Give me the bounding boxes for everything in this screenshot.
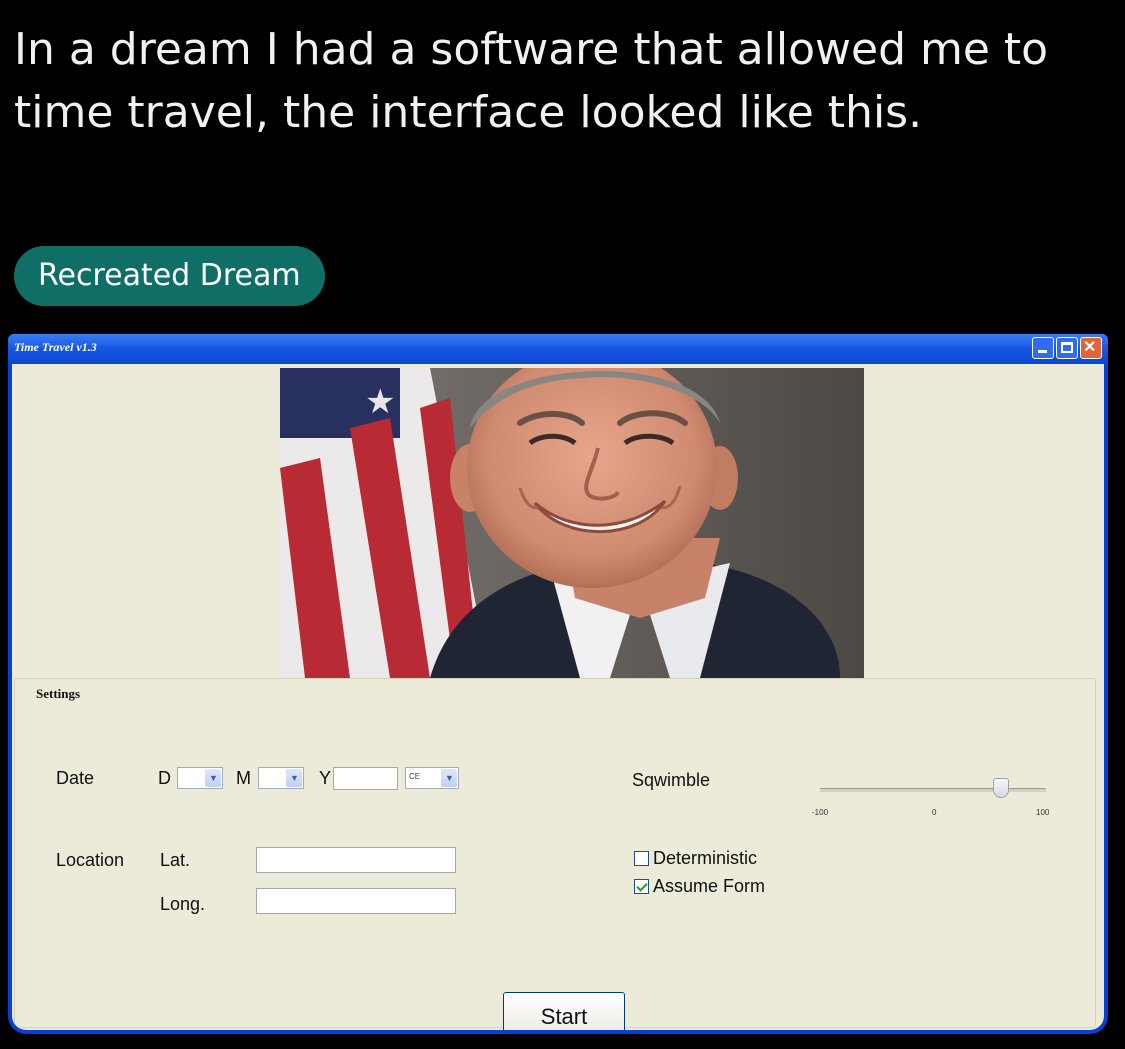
longitude-input[interactable] xyxy=(256,888,456,914)
minimize-icon[interactable] xyxy=(1032,337,1054,359)
deterministic-checkbox[interactable] xyxy=(634,851,649,866)
slider-track[interactable] xyxy=(820,788,1046,792)
post-flair[interactable]: Recreated Dream xyxy=(14,246,325,306)
longitude-label: Long. xyxy=(160,894,206,914)
slider-min-label: -100 xyxy=(812,808,829,817)
chevron-down-icon[interactable]: ▼ xyxy=(441,769,457,787)
sqwimble-label: Sqwimble xyxy=(632,770,711,790)
day-label: D xyxy=(158,768,171,788)
sqwimble-slider[interactable]: -100 0 100 xyxy=(812,774,1050,817)
latitude-input[interactable] xyxy=(256,847,456,873)
slider-max-label: 100 xyxy=(1036,808,1050,817)
close-icon[interactable]: ✕ xyxy=(1080,337,1102,359)
post-text: In a dream I had a software that allowed… xyxy=(14,24,1049,138)
era-select[interactable]: CE ▼ xyxy=(405,767,459,789)
window-client-area: ★ Settings Date D ▼ M ▼ Y CE ▼ Location … xyxy=(12,364,1104,1030)
date-label: Date xyxy=(56,768,95,788)
month-label: M xyxy=(236,768,251,788)
latitude-label: Lat. xyxy=(160,850,191,870)
app-window: Time Travel v1.3 ✕ ★ Settings Date D ▼ M… xyxy=(8,334,1108,1034)
slider-mid-label: 0 xyxy=(932,808,937,817)
location-label: Location xyxy=(56,850,125,870)
maximize-icon[interactable] xyxy=(1056,337,1078,359)
portrait-image: ★ xyxy=(280,368,864,678)
start-button[interactable]: Start xyxy=(503,992,625,1030)
month-select[interactable]: ▼ xyxy=(258,767,304,789)
assume-form-label: Assume Form xyxy=(653,876,766,896)
window-controls: ✕ xyxy=(1032,337,1102,359)
settings-title: Settings xyxy=(36,686,81,701)
year-label: Y xyxy=(319,768,332,788)
chevron-down-icon[interactable]: ▼ xyxy=(205,769,221,787)
year-input[interactable] xyxy=(333,767,398,790)
window-title: Time Travel v1.3 xyxy=(14,340,97,354)
portrait-illustration: ★ xyxy=(280,368,864,678)
deterministic-label: Deterministic xyxy=(653,848,758,868)
era-value: CE xyxy=(409,772,421,781)
slider-thumb[interactable] xyxy=(992,778,1009,798)
svg-text:★: ★ xyxy=(365,382,395,422)
chevron-down-icon[interactable]: ▼ xyxy=(286,769,302,787)
day-select[interactable]: ▼ xyxy=(177,767,223,789)
assume-form-checkbox[interactable] xyxy=(634,879,649,894)
title-bar[interactable]: Time Travel v1.3 ✕ xyxy=(8,334,1108,364)
